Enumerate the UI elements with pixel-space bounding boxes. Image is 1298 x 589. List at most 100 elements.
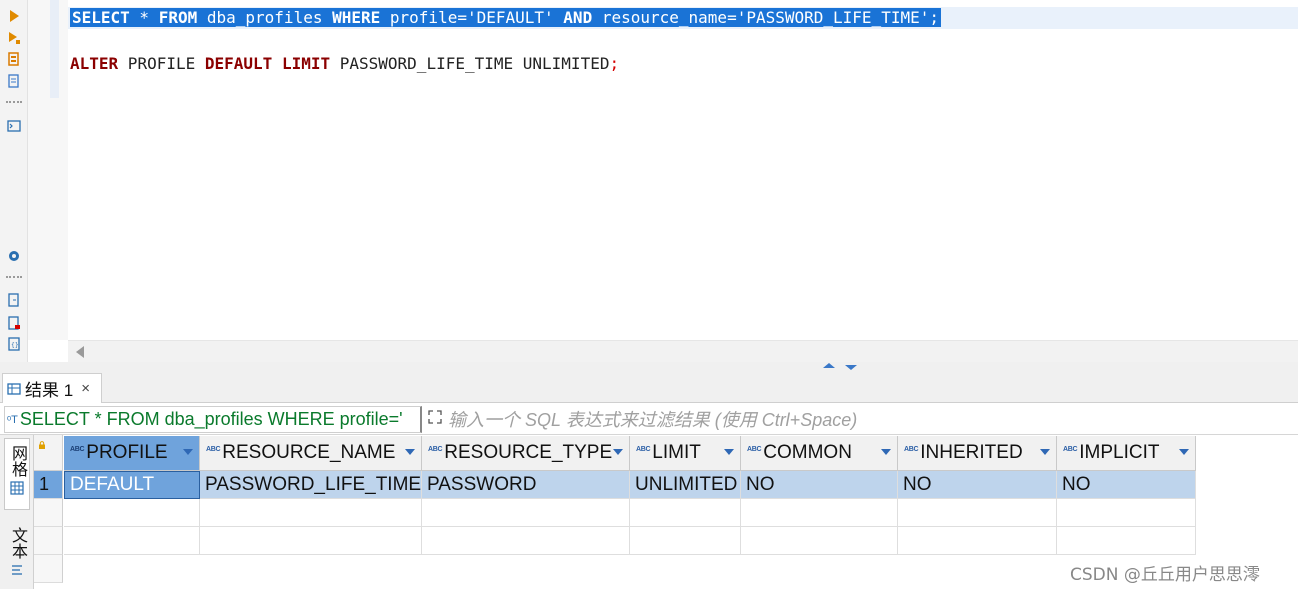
editor-horizontal-scrollbar[interactable] bbox=[68, 340, 1298, 362]
chevron-down-icon[interactable] bbox=[183, 449, 193, 455]
empty-cell bbox=[630, 499, 741, 527]
keyword-limit: LIMIT bbox=[272, 54, 331, 73]
tab-label: 结果 1 bbox=[25, 381, 74, 400]
table-cell-profile[interactable]: DEFAULT bbox=[64, 471, 200, 499]
keyword-and: AND bbox=[563, 8, 593, 27]
filter-bar: ᵒT SELECT * FROM dba_profiles WHERE prof… bbox=[0, 404, 1298, 435]
column-header-resource-type[interactable]: ABC RESOURCE_TYPE bbox=[422, 436, 630, 471]
column-header-label: IMPLICIT bbox=[1079, 442, 1160, 463]
semicolon-token: ; bbox=[609, 54, 620, 73]
keyword-where: WHERE bbox=[332, 8, 381, 27]
chevron-down-icon[interactable] bbox=[724, 449, 734, 455]
settings-icon[interactable] bbox=[5, 247, 23, 265]
string-type-icon: ABC bbox=[428, 446, 443, 453]
run-statement-icon[interactable] bbox=[5, 7, 23, 25]
keyword-default: DEFAULT bbox=[204, 54, 273, 73]
empty-row-header bbox=[34, 555, 63, 583]
filter-input[interactable] bbox=[448, 407, 1288, 433]
column-header-profile[interactable]: ABC PROFILE bbox=[64, 436, 200, 471]
star-token: * bbox=[129, 8, 159, 27]
tab-grid-view[interactable]: 网格 bbox=[4, 438, 30, 510]
table-icon bbox=[10, 481, 24, 495]
terminal-icon[interactable] bbox=[5, 117, 23, 135]
column-header-label: RESOURCE_NAME bbox=[222, 442, 396, 463]
empty-cell bbox=[898, 499, 1057, 527]
query-text-display[interactable]: ᵒT SELECT * FROM dba_profiles WHERE prof… bbox=[4, 406, 422, 433]
svg-text:{}: {} bbox=[11, 342, 19, 349]
keyword-select: SELECT bbox=[72, 8, 130, 27]
chevron-down-icon[interactable] bbox=[1040, 449, 1050, 455]
table-cell-resource-name[interactable]: PASSWORD_LIFE_TIME bbox=[200, 471, 422, 499]
column-header-label: INHERITED bbox=[920, 442, 1023, 463]
chevron-down-icon[interactable] bbox=[613, 449, 623, 455]
export-icon[interactable] bbox=[5, 291, 23, 309]
string-type-icon: ABC bbox=[904, 446, 919, 453]
sql-icon: ᵒT bbox=[7, 413, 18, 426]
table-token: dba_profiles bbox=[197, 8, 333, 27]
grid-icon bbox=[7, 382, 21, 396]
new-script-icon[interactable] bbox=[5, 314, 23, 332]
selected-text: SELECT * FROM dba_profiles WHERE profile… bbox=[70, 8, 941, 27]
query-text: SELECT * FROM dba_profiles WHERE profile… bbox=[19, 409, 403, 429]
expand-icon[interactable] bbox=[427, 409, 443, 425]
tab-results-1[interactable]: 结果 1 × bbox=[2, 373, 102, 403]
load-script-icon[interactable] bbox=[5, 72, 23, 90]
column-header-implicit[interactable]: ABC IMPLICIT bbox=[1057, 436, 1196, 471]
code-line-1[interactable]: SELECT * FROM dba_profiles WHERE profile… bbox=[70, 7, 941, 29]
string-type-icon: ABC bbox=[70, 446, 85, 453]
gutter-change-marker bbox=[50, 0, 59, 98]
empty-row-header bbox=[34, 527, 63, 555]
empty-cell bbox=[64, 527, 200, 555]
row-number[interactable]: 1 bbox=[34, 471, 63, 499]
maximize-up-icon[interactable] bbox=[823, 363, 835, 368]
empty-cell bbox=[200, 499, 422, 527]
table-cell-implicit[interactable]: NO bbox=[1057, 471, 1196, 499]
column-header-label: COMMON bbox=[763, 442, 852, 463]
sql-editor[interactable]: SELECT * FROM dba_profiles WHERE profile… bbox=[68, 0, 1298, 340]
editor-gutter bbox=[28, 0, 68, 340]
editor-toolstrip: {} bbox=[0, 0, 28, 362]
empty-cell bbox=[1057, 527, 1196, 555]
empty-cell bbox=[200, 527, 422, 555]
run-script-icon[interactable] bbox=[5, 29, 23, 47]
column-header-resource-name[interactable]: ABC RESOURCE_NAME bbox=[200, 436, 422, 471]
code-line-2[interactable]: ALTER PROFILE DEFAULT LIMIT PASSWORD_LIF… bbox=[70, 53, 619, 75]
empty-cell bbox=[422, 499, 630, 527]
table-cell-inherited[interactable]: NO bbox=[898, 471, 1057, 499]
empty-cell bbox=[741, 499, 898, 527]
format-icon[interactable]: {} bbox=[5, 335, 23, 353]
close-icon[interactable]: × bbox=[81, 380, 90, 397]
string-type-icon: ABC bbox=[1063, 446, 1078, 453]
table-cell-resource-type[interactable]: PASSWORD bbox=[422, 471, 630, 499]
condition-2: resource_name='PASSWORD_LIFE_TIME'; bbox=[592, 8, 939, 27]
watermark-text: CSDN @丘丘用户思思澪 bbox=[1070, 565, 1260, 585]
empty-row-header bbox=[34, 499, 63, 527]
column-header-limit[interactable]: ABC LIMIT bbox=[630, 436, 741, 471]
column-header-common[interactable]: ABC COMMON bbox=[741, 436, 898, 471]
column-header-label: LIMIT bbox=[652, 442, 701, 463]
grid-corner[interactable] bbox=[34, 435, 63, 471]
lock-icon bbox=[39, 441, 45, 449]
limit-args: PASSWORD_LIFE_TIME UNLIMITED bbox=[330, 54, 610, 73]
explain-plan-icon[interactable] bbox=[5, 50, 23, 68]
empty-cell bbox=[898, 527, 1057, 555]
column-header-inherited[interactable]: ABC INHERITED bbox=[898, 436, 1057, 471]
table-cell-common[interactable]: NO bbox=[741, 471, 898, 499]
keyword-alter: ALTER bbox=[70, 54, 119, 73]
table-cell-limit[interactable]: UNLIMITED bbox=[630, 471, 741, 499]
profile-token: PROFILE bbox=[118, 54, 205, 73]
panel-splitter[interactable] bbox=[0, 362, 1298, 370]
chevron-down-icon[interactable] bbox=[405, 449, 415, 455]
empty-cell bbox=[1057, 499, 1196, 527]
results-tabbar: 结果 1 × bbox=[0, 370, 1298, 403]
chevron-down-icon[interactable] bbox=[1179, 449, 1189, 455]
scroll-left-arrow-icon[interactable] bbox=[76, 346, 84, 358]
grid-tab-label: 网格 bbox=[9, 445, 26, 477]
empty-cell bbox=[64, 499, 200, 527]
column-header-label: PROFILE bbox=[86, 442, 168, 463]
toolbar-separator bbox=[6, 276, 22, 278]
string-type-icon: ABC bbox=[747, 446, 762, 453]
text-tab-label: 文本 bbox=[9, 527, 26, 559]
tab-text-view[interactable]: 文本 bbox=[4, 521, 30, 581]
chevron-down-icon[interactable] bbox=[881, 449, 891, 455]
